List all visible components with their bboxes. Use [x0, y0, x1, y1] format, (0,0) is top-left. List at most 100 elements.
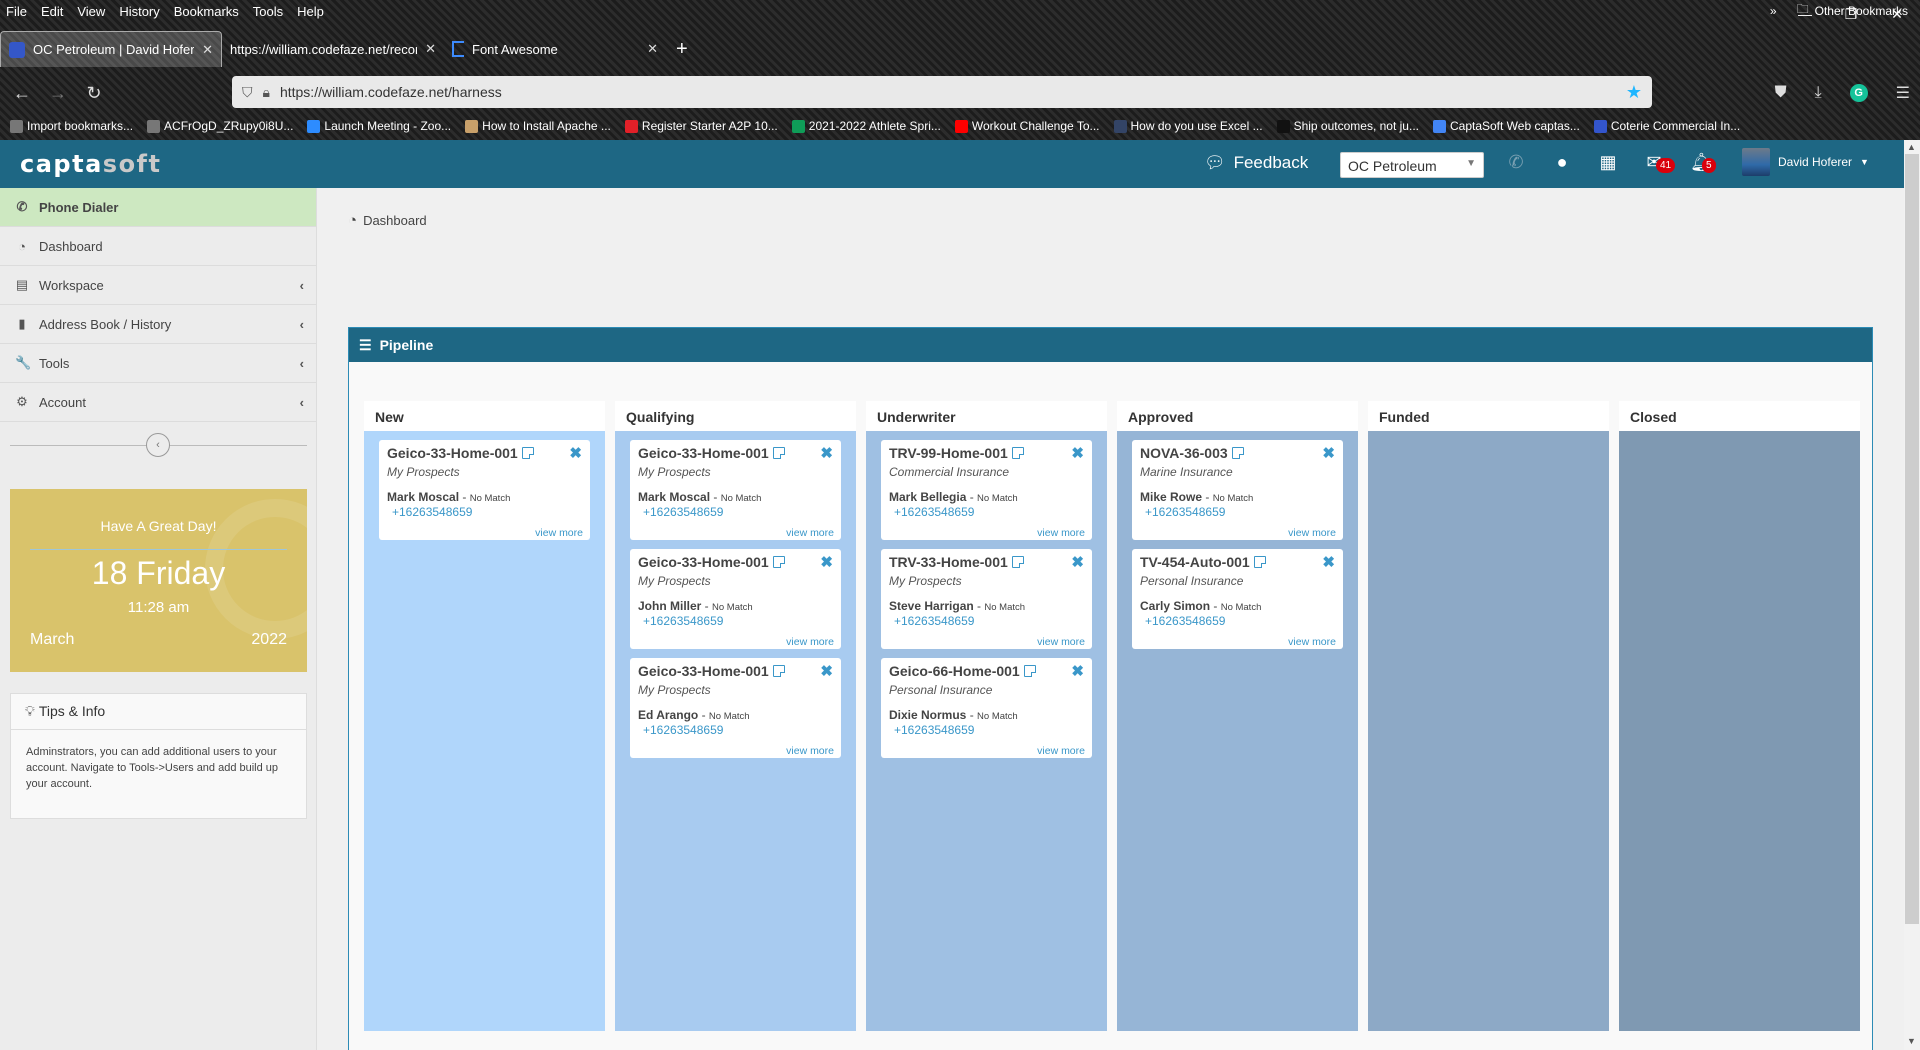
view-more-link[interactable]: view more: [535, 527, 583, 539]
sidebar-item-phone-dialer[interactable]: ✆ Phone Dialer: [0, 188, 316, 227]
menu-edit[interactable]: Edit: [41, 4, 63, 19]
view-more-link[interactable]: view more: [1037, 527, 1085, 539]
note-icon[interactable]: [772, 665, 785, 677]
card-phone-link[interactable]: +16263548659: [643, 505, 833, 519]
view-more-link[interactable]: view more: [1288, 636, 1336, 648]
pocket-icon[interactable]: ⛊: [1775, 84, 1787, 102]
close-icon[interactable]: ✖: [1071, 553, 1084, 571]
captasoft-logo[interactable]: captasoft: [20, 150, 161, 178]
card-phone-link[interactable]: +16263548659: [643, 614, 833, 628]
pipeline-card[interactable]: Geico-66-Home-001 ✖ Personal Insurance Dixi…: [881, 658, 1092, 758]
menu-bookmarks[interactable]: Bookmarks: [174, 4, 239, 19]
note-icon[interactable]: [1011, 556, 1024, 568]
bookmark-item[interactable]: Register Starter A2P 10...: [624, 119, 778, 133]
other-bookmarks[interactable]: » 🗀 Other Bookmarks: [1770, 0, 1908, 21]
menu-history[interactable]: History: [119, 4, 159, 19]
sidebar-item-address-book-history[interactable]: ▮ Address Book / History ‹: [0, 305, 316, 344]
bookmark-item[interactable]: Workout Challenge To...: [954, 119, 1100, 133]
view-more-link[interactable]: view more: [786, 745, 834, 757]
collapse-sidebar-button[interactable]: ‹: [146, 433, 170, 457]
close-tab-icon[interactable]: ✕: [425, 41, 436, 57]
close-icon[interactable]: ✖: [820, 444, 833, 462]
card-phone-link[interactable]: +16263548659: [1145, 614, 1335, 628]
calendar-icon[interactable]: ▦: [1598, 152, 1618, 173]
close-tab-icon[interactable]: ✕: [202, 42, 213, 58]
view-more-link[interactable]: view more: [1288, 527, 1336, 539]
pipeline-card[interactable]: Geico-33-Home-001 ✖ My Prospects John Mille…: [630, 549, 841, 649]
view-more-link[interactable]: view more: [786, 636, 834, 648]
card-title[interactable]: TV-454-Auto-001: [1140, 554, 1250, 570]
note-icon[interactable]: [772, 447, 785, 459]
tab-records[interactable]: https://william.codefaze.net/records ✕: [222, 31, 444, 67]
menu-file[interactable]: File: [6, 4, 27, 19]
view-more-link[interactable]: view more: [1037, 636, 1085, 648]
bookmark-item[interactable]: How to Install Apache ...: [465, 119, 611, 133]
forward-button[interactable]: →: [40, 83, 76, 104]
card-phone-link[interactable]: +16263548659: [1145, 505, 1335, 519]
grammarly-icon[interactable]: G: [1849, 84, 1868, 102]
hamburger-menu-icon[interactable]: ☰: [1896, 83, 1910, 103]
view-more-link[interactable]: view more: [786, 527, 834, 539]
chevron-more-icon[interactable]: »: [1770, 4, 1777, 18]
close-icon[interactable]: ✖: [569, 444, 582, 462]
note-icon[interactable]: [1011, 447, 1024, 459]
pipeline-card[interactable]: Geico-33-Home-001 ✖ My Prospects Ed Arango …: [630, 658, 841, 758]
user-menu[interactable]: David Hoferer ▼: [1742, 148, 1869, 176]
scrollbar-thumb[interactable]: [1905, 154, 1919, 924]
sidebar-item-account[interactable]: ⚙ Account ‹: [0, 383, 316, 422]
card-title[interactable]: Geico-66-Home-001: [889, 663, 1020, 679]
bookmark-item[interactable]: Launch Meeting - Zoo...: [307, 119, 451, 133]
tab-font-awesome[interactable]: Font Awesome ✕: [444, 31, 666, 67]
close-icon[interactable]: ✖: [820, 553, 833, 571]
card-title[interactable]: TRV-99-Home-001: [889, 445, 1008, 461]
phone-icon[interactable]: ✆: [1506, 152, 1526, 173]
company-select[interactable]: OC Petroleum ▼: [1340, 152, 1484, 178]
url-bar[interactable]: ⛉ 🔒︎ https://william.codefaze.net/harnes…: [232, 76, 1652, 108]
bookmark-star-icon[interactable]: ★: [1626, 82, 1642, 103]
card-title[interactable]: Geico-33-Home-001: [638, 663, 769, 679]
bookmark-item[interactable]: ACFrOgD_ZRupy0i8U...: [147, 119, 293, 133]
card-phone-link[interactable]: +16263548659: [643, 723, 833, 737]
note-icon[interactable]: [1231, 447, 1244, 459]
pipeline-card[interactable]: TRV-99-Home-001 ✖ Commercial Insurance Mark…: [881, 440, 1092, 540]
pipeline-card[interactable]: TV-454-Auto-001 ✖ Personal Insurance Carly …: [1132, 549, 1343, 649]
feedback-button[interactable]: 💬︎ Feedback: [1204, 153, 1308, 173]
new-tab-button[interactable]: +: [666, 31, 698, 67]
bookmark-item[interactable]: How do you use Excel ...: [1113, 119, 1263, 133]
close-icon[interactable]: ✖: [1322, 444, 1335, 462]
bell-icon[interactable]: 🔔︎5: [1690, 152, 1716, 173]
pipeline-card[interactable]: Geico-33-Home-001 ✖ My Prospects Mark Mosca…: [630, 440, 841, 540]
close-icon[interactable]: ✖: [1071, 444, 1084, 462]
close-tab-icon[interactable]: ✕: [647, 41, 658, 57]
chat-icon[interactable]: ●: [1552, 152, 1572, 173]
card-title[interactable]: Geico-33-Home-001: [638, 554, 769, 570]
bookmark-item[interactable]: 2021-2022 Athlete Spri...: [791, 119, 941, 133]
card-title[interactable]: NOVA-36-003: [1140, 445, 1228, 461]
note-icon[interactable]: [521, 447, 534, 459]
download-icon[interactable]: ⤓: [1815, 84, 1822, 102]
pipeline-card[interactable]: Geico-33-Home-001 ✖ My Prospects Mark Mosca…: [379, 440, 590, 540]
menu-tools[interactable]: Tools: [253, 4, 283, 19]
close-icon[interactable]: ✖: [820, 662, 833, 680]
card-phone-link[interactable]: +16263548659: [392, 505, 582, 519]
sidebar-item-tools[interactable]: 🔧 Tools ‹: [0, 344, 316, 383]
close-icon[interactable]: ✖: [1322, 553, 1335, 571]
note-icon[interactable]: [1023, 665, 1036, 677]
bookmark-item[interactable]: Coterie Commercial In...: [1593, 119, 1740, 133]
card-title[interactable]: TRV-33-Home-001: [889, 554, 1008, 570]
reload-button[interactable]: ↻: [76, 83, 112, 104]
card-phone-link[interactable]: +16263548659: [894, 505, 1084, 519]
mail-icon[interactable]: ✉ 41: [1644, 152, 1676, 173]
pipeline-card[interactable]: NOVA-36-003 ✖ Marine Insurance Mike Rowe - …: [1132, 440, 1343, 540]
sidebar-item-dashboard[interactable]: ◔ Dashboard: [0, 227, 316, 266]
card-title[interactable]: Geico-33-Home-001: [387, 445, 518, 461]
tab-oc-petroleum[interactable]: OC Petroleum | David Hoferer ✕: [0, 31, 222, 67]
pipeline-card[interactable]: TRV-33-Home-001 ✖ My Prospects Steve Harrig…: [881, 549, 1092, 649]
note-icon[interactable]: [1253, 556, 1266, 568]
card-phone-link[interactable]: +16263548659: [894, 723, 1084, 737]
menu-help[interactable]: Help: [297, 4, 324, 19]
scroll-down-icon[interactable]: ▼: [1907, 1036, 1916, 1046]
card-title[interactable]: Geico-33-Home-001: [638, 445, 769, 461]
menu-view[interactable]: View: [77, 4, 105, 19]
bookmark-item[interactable]: CaptaSoft Web captas...: [1432, 119, 1580, 133]
